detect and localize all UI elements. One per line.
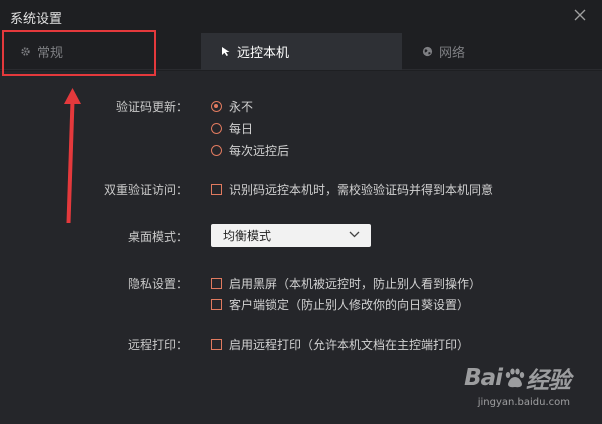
tab-network-label: 网络 xyxy=(439,46,466,61)
checkbox[interactable] xyxy=(211,299,222,310)
tab-general[interactable]: 常规 xyxy=(0,33,201,70)
double-verify-text: 识别码远控本机时，需校验验证码并得到本机同意 xyxy=(229,183,494,197)
baidu-jingyan-watermark: Bai 经验 jingyan.baidu.com xyxy=(464,365,571,408)
radio-button[interactable] xyxy=(211,145,222,156)
remote-print-text: 启用远程打印（允许本机文档在主控端打印） xyxy=(229,338,470,352)
checkbox[interactable] xyxy=(211,339,222,350)
chevron-down-icon xyxy=(349,231,360,238)
cursor-icon xyxy=(221,46,231,57)
privacy-blackscreen-text: 启用黑屏（本机被远控时，防止别人看到操作） xyxy=(229,277,482,291)
remote-print-option[interactable]: 启用远程打印（允许本机文档在主控端打印） xyxy=(211,336,469,353)
privacy-label: 隐私设置： xyxy=(127,277,188,291)
close-icon[interactable] xyxy=(572,7,588,23)
double-verify-option[interactable]: 识别码远控本机时，需校验验证码并得到本机同意 xyxy=(211,181,493,198)
gear-icon xyxy=(20,46,31,57)
radio-button[interactable] xyxy=(211,123,222,134)
radio-after-each[interactable]: 每次远控后 xyxy=(211,142,289,159)
globe-icon xyxy=(422,46,433,57)
tab-general-label: 常规 xyxy=(37,46,64,61)
tab-network[interactable]: 网络 xyxy=(402,33,602,70)
privacy-blackscreen-option[interactable]: 启用黑屏（本机被远控时，防止别人看到操作） xyxy=(211,275,481,292)
checkbox[interactable] xyxy=(211,184,222,195)
radio-after-each-label: 每次远控后 xyxy=(229,144,290,158)
radio-button[interactable] xyxy=(211,101,222,112)
double-verify-label: 双重验证访问： xyxy=(103,183,188,197)
tab-bar: 常规 远控本机 网络 xyxy=(0,33,602,70)
radio-never-label: 永不 xyxy=(229,100,254,114)
remote-print-label: 远程打印： xyxy=(127,338,188,352)
desktop-mode-value: 均衡模式 xyxy=(223,229,272,243)
privacy-lock-option[interactable]: 客户端锁定（防止别人修改你的向日葵设置） xyxy=(211,296,469,313)
radio-never[interactable]: 永不 xyxy=(211,98,253,115)
radio-daily-label: 每日 xyxy=(229,122,254,136)
tab-remote-control-label: 远控本机 xyxy=(237,46,290,61)
title-bar: 系统设置 xyxy=(0,0,602,33)
code-update-label: 验证码更新： xyxy=(115,100,188,114)
desktop-mode-label: 桌面模式： xyxy=(127,230,188,244)
watermark-url: jingyan.baidu.com xyxy=(477,397,570,408)
tab-remote-control[interactable]: 远控本机 xyxy=(201,33,402,70)
desktop-mode-select[interactable]: 均衡模式 xyxy=(211,224,371,247)
radio-daily[interactable]: 每日 xyxy=(211,120,253,137)
paw-icon xyxy=(505,368,525,388)
window-title: 系统设置 xyxy=(10,12,63,27)
settings-panel: 验证码更新： 永不 每日 每次远控后 双重验证访问： 识别码远控本机时，需校验验… xyxy=(0,71,602,424)
privacy-lock-text: 客户端锁定（防止别人修改你的向日葵设置） xyxy=(229,298,470,312)
checkbox[interactable] xyxy=(211,278,222,289)
